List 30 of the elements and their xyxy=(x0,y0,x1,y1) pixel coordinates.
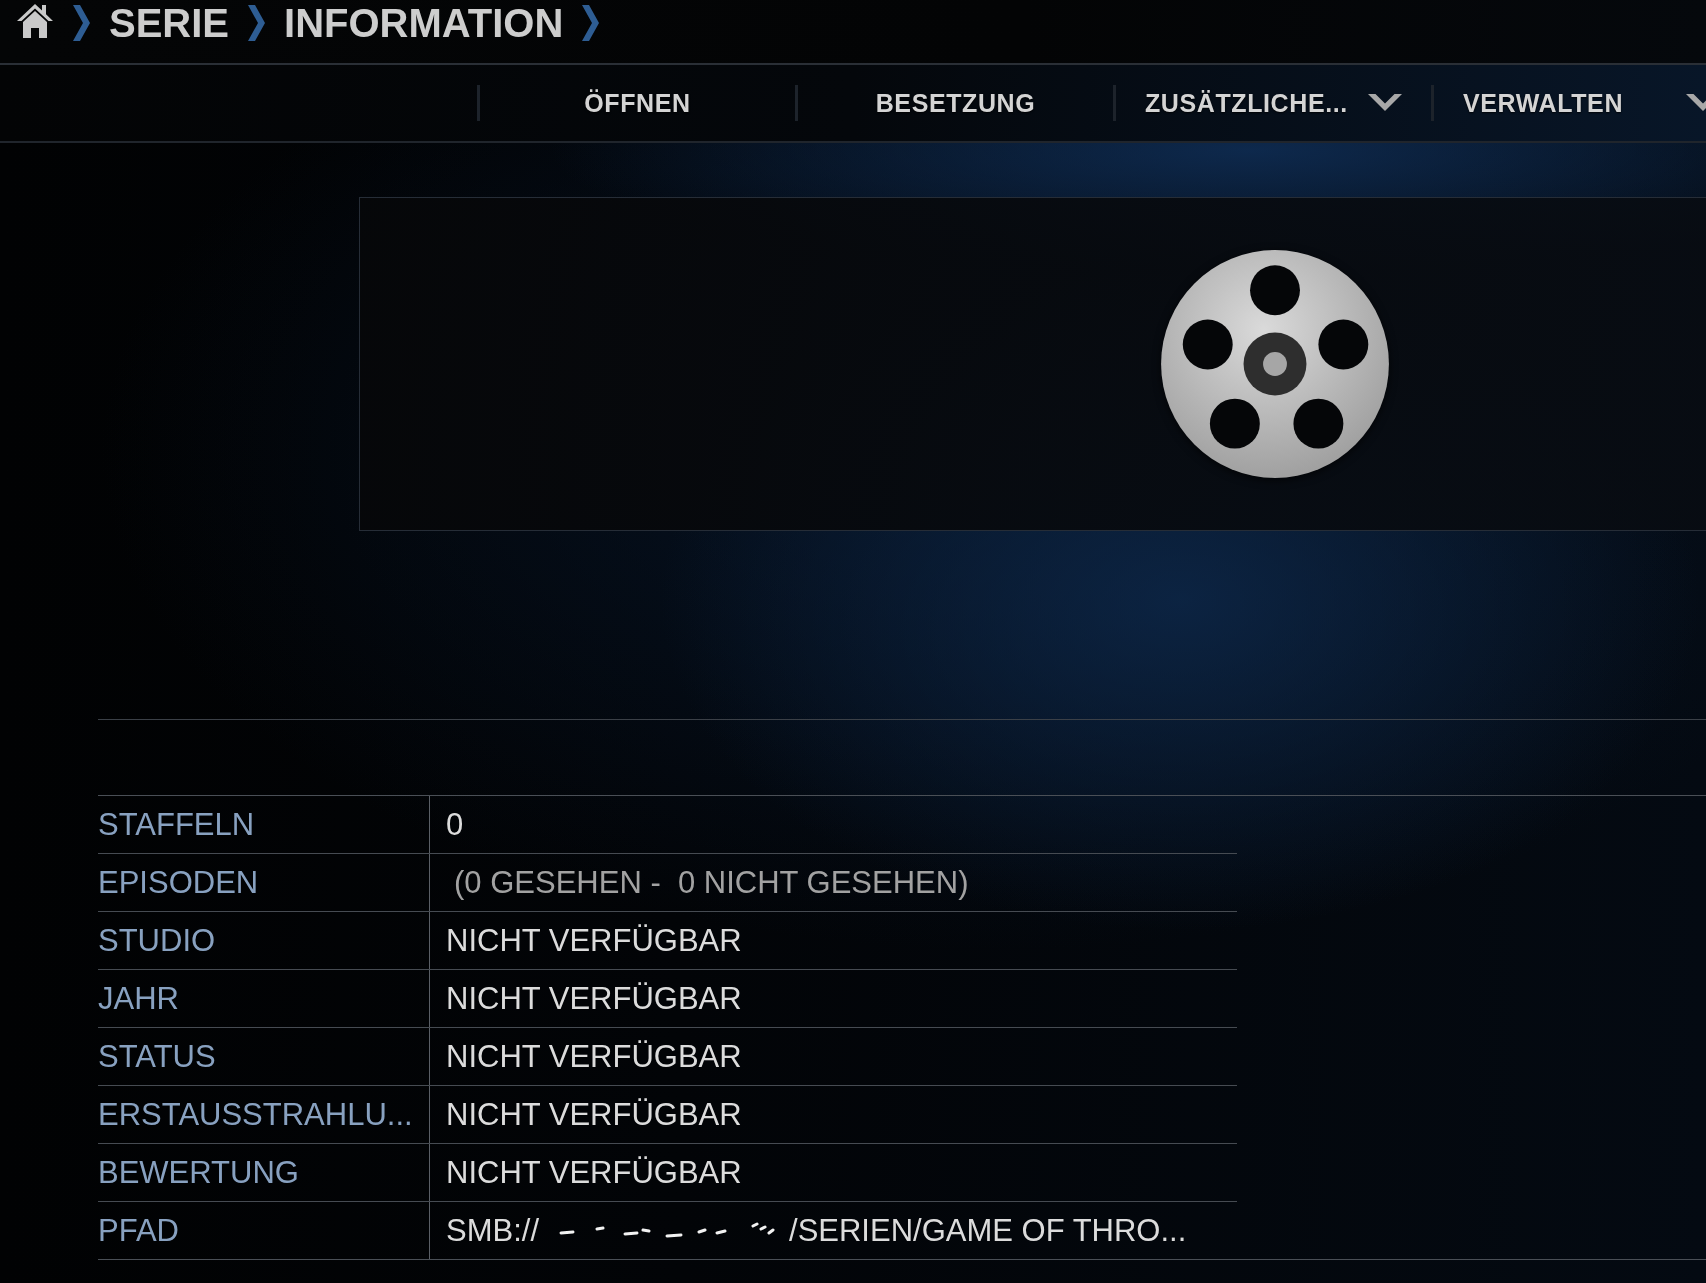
detail-value: NICHT VERFÜGBAR xyxy=(446,1038,742,1075)
detail-label: STATUS xyxy=(98,1037,217,1076)
detail-label: STUDIO xyxy=(98,921,217,960)
detail-value: 0 xyxy=(446,806,464,843)
detail-label: JAHR xyxy=(98,979,180,1018)
detail-value: NICHT VERFÜGBAR xyxy=(446,1154,742,1191)
home-icon xyxy=(16,2,54,40)
chevron-right-icon xyxy=(582,5,600,41)
toolbar-button[interactable]: VERWALTEN xyxy=(1434,65,1706,141)
chevron-right-icon xyxy=(248,5,266,41)
chevron-down-icon xyxy=(1368,94,1402,112)
detail-value: NICHT VERFÜGBAR xyxy=(446,922,742,959)
detail-value: /SERIEN/GAME OF THRO... xyxy=(789,1212,1187,1249)
detail-label: BEWERTUNG xyxy=(98,1153,300,1192)
detail-value: NICHT VERFÜGBAR xyxy=(446,980,742,1017)
detail-label: STAFFELN xyxy=(98,805,256,844)
detail-label: PFAD xyxy=(98,1211,180,1250)
breadcrumb-label: SERIE xyxy=(109,3,230,43)
toolbar-button[interactable]: ÖFFNEN xyxy=(480,65,795,141)
toolbar-button[interactable]: ZUSÄTZLICHE... xyxy=(1116,65,1431,141)
film-reel-icon xyxy=(1160,249,1390,479)
detail-value: NICHT VERFÜGBAR xyxy=(446,1096,742,1133)
breadcrumb-label: INFORMATION xyxy=(284,3,564,43)
detail-value: SMB:// xyxy=(446,1212,539,1249)
detail-label: ERSTAUSSTRAHLU... xyxy=(98,1095,414,1134)
toolbar-button[interactable]: BESETZUNG xyxy=(798,65,1113,141)
chevron-right-icon xyxy=(73,5,90,41)
detail-label: EPISODEN xyxy=(98,863,260,902)
detail-value: (0 GESEHEN - 0 NICHT GESEHEN) xyxy=(453,864,969,901)
chevron-down-icon xyxy=(1686,94,1706,112)
